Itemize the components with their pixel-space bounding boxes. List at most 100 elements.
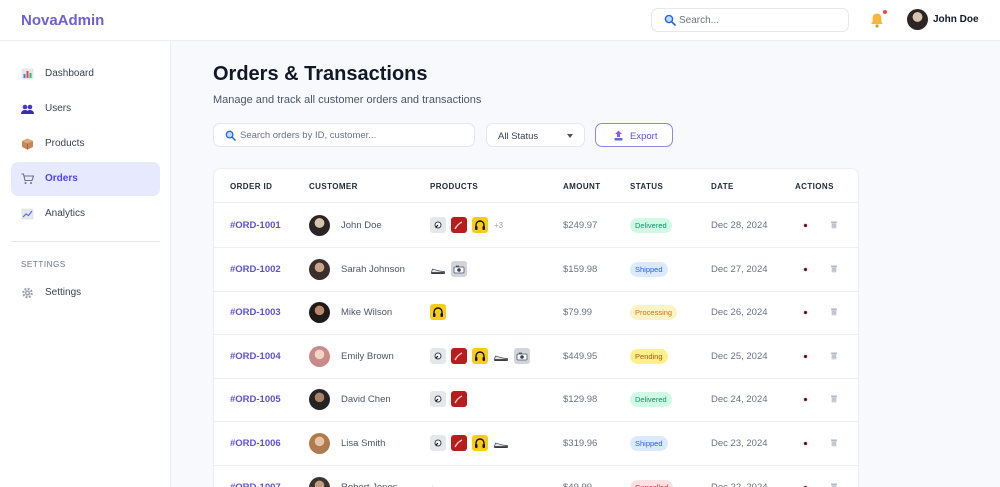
view-icon[interactable] — [802, 266, 809, 273]
status-filter-select[interactable]: All Status — [486, 123, 585, 147]
camera-product-icon[interactable] — [514, 347, 530, 364]
customer-avatar — [309, 476, 330, 487]
customer-avatar — [309, 258, 330, 280]
order-id-link[interactable]: #ORD-1005 — [230, 394, 281, 405]
table-row[interactable]: #ORD-1003 Mike Wilson $79.99 Processing Dec … — [214, 291, 858, 336]
table-row[interactable]: #ORD-1006 Lisa Smith $319.96 Shipped Dec 23,… — [214, 422, 858, 466]
gear-icon — [22, 287, 33, 299]
more-products-count: +3 — [494, 221, 504, 230]
order-id-link[interactable]: #ORD-1003 — [230, 307, 281, 318]
sidebar-item-settings[interactable]: Settings — [11, 276, 160, 310]
order-date: Dec 23, 2024 — [711, 438, 768, 449]
bell-icon[interactable] — [870, 12, 884, 28]
customer-avatar — [309, 389, 330, 411]
order-id-link[interactable]: #ORD-1006 — [230, 438, 281, 449]
trash-icon[interactable] — [831, 395, 837, 403]
table-row[interactable]: #ORD-1001 John Doe +3 $249.97 Delivered Dec 2… — [214, 204, 858, 248]
order-search[interactable] — [213, 123, 475, 147]
camera-product-icon[interactable] — [451, 260, 467, 277]
sidebar-item-products[interactable]: Products — [11, 127, 160, 161]
sidebar-item-label: Analytics — [45, 208, 86, 219]
view-icon[interactable] — [802, 484, 809, 487]
trend-icon — [21, 208, 34, 220]
view-icon[interactable] — [802, 222, 809, 229]
order-search-input[interactable] — [240, 128, 466, 143]
table-row[interactable]: #ORD-1004 Emily Brown $449.95 Pending Dec 25… — [214, 335, 858, 379]
headphones-product-icon[interactable] — [430, 304, 446, 321]
status-badge: Processing — [630, 305, 678, 321]
box-icon — [22, 138, 33, 150]
sidebar-item-label: Dashboard — [45, 68, 94, 79]
order-date: Dec 27, 2024 — [711, 263, 768, 275]
sidebar-item-label: Users — [45, 103, 72, 114]
watch-product-icon[interactable] — [430, 217, 446, 233]
sneaker-product-icon[interactable] — [493, 435, 509, 451]
view-icon[interactable] — [802, 396, 809, 403]
sidebar-item-dashboard[interactable]: Dashboard — [11, 57, 160, 91]
sidebar-divider — [11, 241, 160, 242]
user-avatar[interactable] — [907, 9, 928, 30]
sidebar-item-orders[interactable]: Orders — [11, 162, 160, 196]
global-search[interactable] — [651, 8, 849, 32]
customer-avatar — [309, 345, 330, 367]
column-header-actions: ACTIONS — [795, 182, 834, 191]
view-icon[interactable] — [802, 440, 809, 447]
order-date: Dec 26, 2024 — [711, 307, 768, 319]
table-row[interactable]: #ORD-1005 David Chen $129.98 Delivered Dec 2… — [214, 378, 858, 423]
column-header-products: PRODUCTS — [430, 182, 479, 191]
watch-product-icon[interactable] — [430, 347, 446, 364]
order-amount: $449.95 — [563, 350, 598, 362]
trash-icon[interactable] — [831, 221, 837, 229]
chevron-down-icon — [567, 134, 573, 138]
column-header-customer: CUSTOMER — [309, 182, 358, 191]
export-button[interactable]: Export — [595, 123, 673, 147]
sidebar-item-label: Settings — [45, 287, 82, 298]
search-icon — [225, 130, 236, 141]
sneaker-product-icon[interactable] — [493, 347, 509, 364]
customer-name: John Doe — [341, 220, 382, 231]
order-id-link[interactable]: #ORD-1002 — [230, 264, 281, 275]
sneaker-product-icon[interactable] — [430, 478, 446, 487]
table-row[interactable]: #ORD-1007 Robert Jones $49.99 Cancelled Dec … — [214, 466, 858, 487]
sidebar-item-analytics[interactable]: Analytics — [11, 197, 160, 231]
order-id-link[interactable]: #ORD-1007 — [230, 482, 281, 487]
search-icon — [664, 14, 676, 26]
headphones-product-icon[interactable] — [472, 347, 488, 364]
shirt-product-icon[interactable] — [451, 217, 467, 233]
global-search-input[interactable] — [679, 12, 839, 28]
order-amount: $249.97 — [563, 220, 598, 231]
headphones-product-icon[interactable] — [472, 217, 488, 233]
shirt-product-icon[interactable] — [451, 391, 467, 408]
status-badge: Cancelled — [630, 479, 674, 487]
user-name[interactable]: John Doe — [933, 14, 979, 25]
customer-name: Emily Brown — [341, 350, 394, 362]
watch-product-icon[interactable] — [430, 391, 446, 408]
customer-name: David Chen — [341, 394, 391, 406]
trash-icon[interactable] — [831, 483, 837, 487]
column-header-status: STATUS — [630, 182, 664, 191]
view-icon[interactable] — [802, 309, 809, 316]
order-date: Dec 25, 2024 — [711, 350, 768, 362]
view-icon[interactable] — [802, 353, 809, 360]
customer-avatar — [309, 433, 330, 454]
users-icon — [21, 104, 34, 114]
order-date: Dec 24, 2024 — [711, 394, 768, 406]
shirt-product-icon[interactable] — [451, 435, 467, 451]
order-id-link[interactable]: #ORD-1001 — [230, 220, 281, 231]
order-id-link[interactable]: #ORD-1004 — [230, 351, 281, 362]
shirt-product-icon[interactable] — [451, 347, 467, 364]
trash-icon[interactable] — [831, 308, 837, 316]
sneaker-product-icon[interactable] — [430, 260, 446, 277]
customer-name: Sarah Johnson — [341, 263, 405, 275]
sidebar-item-label: Orders — [45, 173, 78, 184]
watch-product-icon[interactable] — [430, 435, 446, 451]
column-header-order-id: ORDER ID — [230, 182, 273, 191]
trash-icon[interactable] — [831, 439, 837, 447]
table-row[interactable]: #ORD-1002 Sarah Johnson $159.98 Shipped Dec … — [214, 248, 858, 292]
trash-icon[interactable] — [831, 352, 837, 360]
brand-logo[interactable]: NovaAdmin — [21, 12, 104, 29]
trash-icon[interactable] — [831, 265, 837, 273]
sidebar-item-users[interactable]: Users — [11, 92, 160, 126]
status-badge: Delivered — [630, 218, 672, 233]
headphones-product-icon[interactable] — [472, 435, 488, 451]
